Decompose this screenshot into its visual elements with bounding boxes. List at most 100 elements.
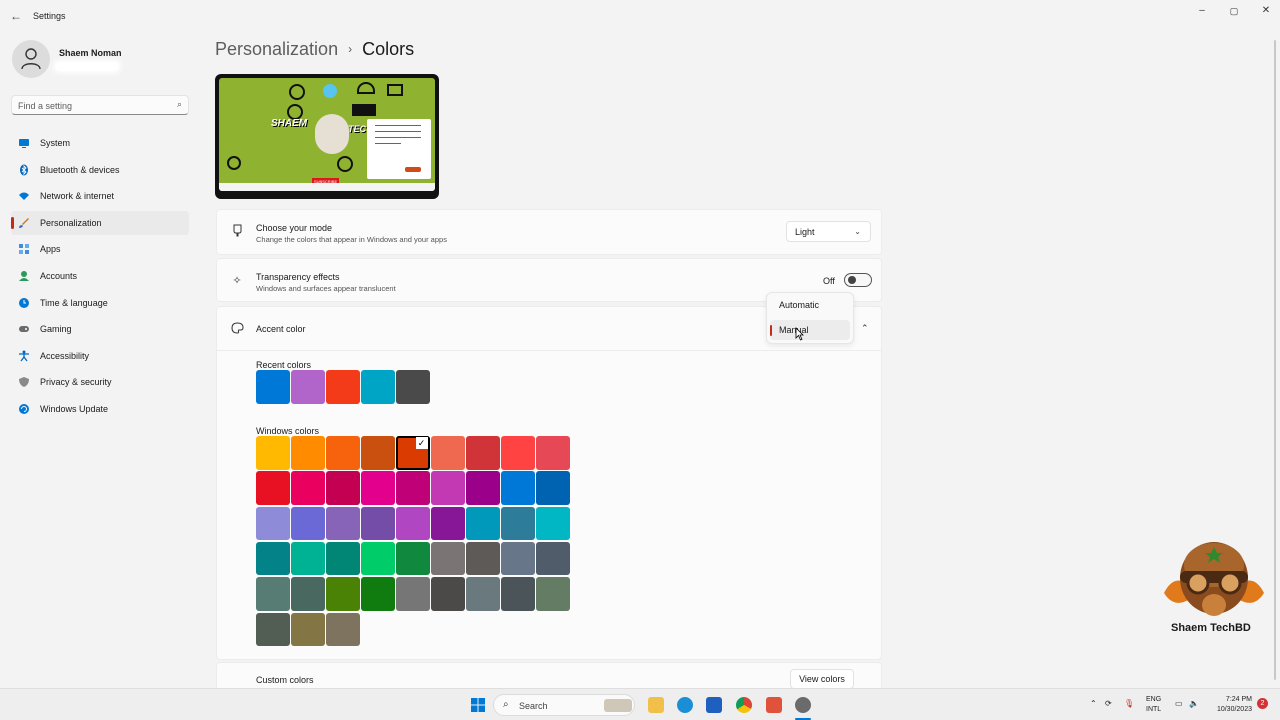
- color-swatch[interactable]: [466, 577, 500, 611]
- input-language[interactable]: ENG INTL: [1146, 695, 1161, 715]
- start-button[interactable]: [470, 697, 486, 713]
- color-swatch[interactable]: [291, 541, 325, 576]
- color-swatch[interactable]: [326, 612, 360, 646]
- minimize-button[interactable]: –: [1186, 3, 1218, 19]
- color-swatch[interactable]: [291, 436, 325, 470]
- microphone-icon[interactable]: 🎙: [1124, 699, 1134, 708]
- color-swatch[interactable]: [466, 436, 500, 470]
- color-swatch[interactable]: [396, 506, 430, 541]
- view-colors-button[interactable]: View colors: [790, 669, 854, 689]
- network-icon[interactable]: ▭: [1175, 699, 1183, 708]
- color-swatch[interactable]: [431, 577, 465, 611]
- store-icon[interactable]: [706, 697, 722, 713]
- color-swatch[interactable]: [326, 370, 360, 404]
- color-swatch[interactable]: [501, 577, 535, 611]
- color-swatch[interactable]: [431, 506, 465, 541]
- back-button[interactable]: ←: [8, 8, 24, 24]
- volume-icon[interactable]: 🔈: [1189, 699, 1199, 708]
- color-swatch[interactable]: [291, 370, 325, 404]
- color-swatch[interactable]: [501, 506, 535, 541]
- file-explorer-icon[interactable]: [648, 697, 664, 713]
- color-swatch[interactable]: [361, 541, 395, 576]
- transparency-toggle[interactable]: [844, 273, 872, 287]
- edge-browser-icon[interactable]: [677, 697, 693, 713]
- color-swatch[interactable]: [536, 577, 570, 611]
- color-swatch[interactable]: [326, 577, 360, 611]
- color-swatch[interactable]: [466, 506, 500, 541]
- chrome-icon[interactable]: [736, 697, 752, 713]
- color-swatch[interactable]: [396, 541, 430, 576]
- color-swatch[interactable]: [291, 577, 325, 611]
- mode-select[interactable]: Light ⌄: [786, 221, 871, 242]
- dropdown-option-automatic[interactable]: Automatic: [770, 295, 850, 315]
- color-swatch[interactable]: [291, 471, 325, 505]
- color-swatch[interactable]: [361, 577, 395, 611]
- color-swatch[interactable]: [256, 541, 290, 576]
- sidebar-item-time-language[interactable]: Time & language: [11, 291, 189, 315]
- user-profile[interactable]: Shaem Noman: [12, 40, 192, 80]
- color-swatch[interactable]: [396, 577, 430, 611]
- color-swatch[interactable]: [326, 436, 360, 470]
- snipping-tool-icon[interactable]: [766, 697, 782, 713]
- sidebar-item-apps[interactable]: Apps: [11, 237, 189, 261]
- color-swatch[interactable]: [291, 506, 325, 541]
- choose-mode-card: Choose your mode Change the colors that …: [216, 209, 882, 255]
- color-swatch[interactable]: [536, 436, 570, 470]
- color-swatch[interactable]: [396, 471, 430, 505]
- color-swatch[interactable]: [256, 471, 290, 505]
- sidebar-item-accessibility[interactable]: Accessibility: [11, 344, 189, 368]
- color-swatch[interactable]: [256, 370, 290, 404]
- mail-icon: [387, 84, 403, 96]
- color-swatch[interactable]: [361, 436, 395, 470]
- color-swatch[interactable]: [326, 541, 360, 576]
- sidebar-item-system[interactable]: System: [11, 131, 189, 155]
- search-input[interactable]: [18, 99, 168, 112]
- color-swatch[interactable]: [536, 471, 570, 505]
- taskbar-search-label: Search: [519, 701, 548, 711]
- sidebar-item-privacy[interactable]: Privacy & security: [11, 370, 189, 394]
- clock[interactable]: 7:24 PM 10/30/2023: [1208, 695, 1252, 715]
- color-swatch[interactable]: ✓: [396, 436, 430, 470]
- chevron-up-icon[interactable]: ⌃: [861, 323, 869, 334]
- color-swatch[interactable]: [431, 541, 465, 576]
- color-swatch[interactable]: [256, 506, 290, 541]
- notification-badge[interactable]: 2: [1257, 698, 1268, 709]
- close-button[interactable]: ✕: [1250, 3, 1280, 19]
- color-swatch[interactable]: [326, 506, 360, 541]
- color-swatch[interactable]: [431, 471, 465, 505]
- sync-icon[interactable]: ⟳: [1105, 699, 1112, 708]
- dropdown-option-manual[interactable]: Manual: [770, 320, 850, 340]
- color-swatch[interactable]: [256, 436, 290, 470]
- color-swatch[interactable]: [536, 541, 570, 576]
- taskbar-search[interactable]: ⌕ Search: [493, 694, 635, 716]
- maximize-button[interactable]: ▢: [1218, 3, 1250, 19]
- sidebar-item-bluetooth[interactable]: Bluetooth & devices: [11, 158, 189, 182]
- sidebar-item-network[interactable]: Network & internet: [11, 184, 189, 208]
- color-swatch[interactable]: [466, 471, 500, 505]
- color-swatch[interactable]: [536, 506, 570, 541]
- color-swatch[interactable]: [361, 370, 395, 404]
- color-swatch[interactable]: [501, 471, 535, 505]
- sidebar-item-windows-update[interactable]: Windows Update: [11, 397, 189, 421]
- breadcrumb-parent[interactable]: Personalization: [215, 39, 338, 59]
- color-swatch[interactable]: [431, 436, 465, 470]
- sidebar-item-gaming[interactable]: Gaming: [11, 317, 189, 341]
- chevron-up-icon[interactable]: ⌃: [1090, 699, 1097, 708]
- color-swatch[interactable]: [256, 577, 290, 611]
- brush-icon: [18, 217, 30, 229]
- whatsapp-icon: [289, 84, 305, 100]
- sidebar-item-personalization[interactable]: Personalization: [11, 210, 189, 235]
- color-swatch[interactable]: [256, 612, 290, 646]
- color-swatch[interactable]: [501, 541, 535, 576]
- color-swatch[interactable]: [326, 471, 360, 505]
- search-box[interactable]: ⌕: [11, 95, 189, 115]
- settings-gear-icon[interactable]: [795, 697, 811, 713]
- sidebar-item-accounts[interactable]: Accounts: [11, 264, 189, 288]
- color-swatch[interactable]: [361, 506, 395, 541]
- color-swatch[interactable]: [361, 471, 395, 505]
- scrollbar[interactable]: [1274, 40, 1276, 680]
- color-swatch[interactable]: [466, 541, 500, 576]
- color-swatch[interactable]: [396, 370, 430, 404]
- color-swatch[interactable]: [501, 436, 535, 470]
- color-swatch[interactable]: [291, 612, 325, 646]
